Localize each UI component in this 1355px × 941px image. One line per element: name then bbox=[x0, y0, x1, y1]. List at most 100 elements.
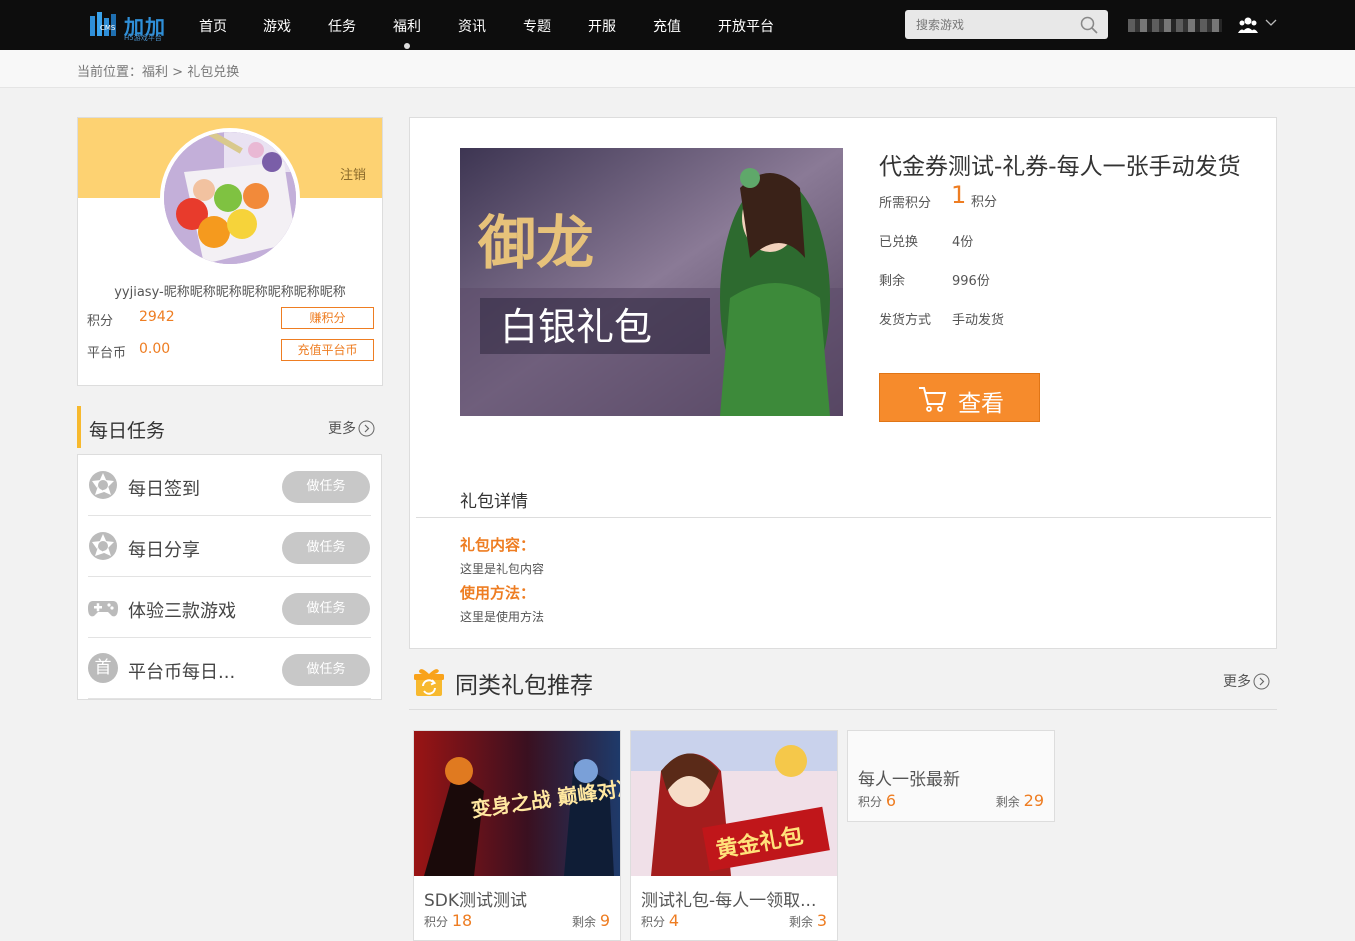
search-input[interactable] bbox=[905, 10, 1075, 39]
tasks-more-label: 更多 bbox=[328, 421, 356, 437]
recommend-card[interactable]: 黄金礼包 测试礼包-每人一领取... 积分 4 剩余 3 bbox=[630, 730, 838, 941]
coin-label: 平台币 bbox=[87, 346, 127, 361]
logo-subtitle: H5游戏平台 bbox=[124, 34, 162, 42]
recommend-remaining: 剩余 9 bbox=[571, 911, 610, 930]
nav-item-tasks[interactable]: 任务 bbox=[328, 16, 356, 36]
nav-item-open-platform[interactable]: 开放平台 bbox=[718, 16, 774, 36]
delivery-value: 手动发货 bbox=[952, 313, 1005, 328]
task-name: 平台币每日... bbox=[128, 662, 236, 683]
first-badge-text: 首 bbox=[94, 658, 112, 678]
task-name: 每日分享 bbox=[128, 540, 200, 561]
remaining-value: 996份 bbox=[952, 274, 990, 289]
redeemed-value: 4份 bbox=[952, 235, 974, 250]
recommend-thumbnail: 变身之战 巅峰对决 bbox=[414, 731, 620, 876]
search-icon[interactable] bbox=[1080, 16, 1098, 34]
user-nickname: yyjiasy-昵称昵称昵称昵称昵称昵称昵称 bbox=[114, 285, 346, 300]
search-box bbox=[905, 10, 1108, 39]
daily-tasks-header: 每日任务 更多 bbox=[77, 406, 383, 448]
gamepad-icon bbox=[88, 601, 118, 617]
recommend-thumbnail-art: 变身之战 巅峰对决 bbox=[414, 731, 620, 876]
nav-item-news[interactable]: 资讯 bbox=[458, 16, 486, 36]
daily-tasks-list: 每日签到 做任务 每日分享 做任务 体验三款游戏 做任务 首 平台币每日... … bbox=[77, 454, 382, 700]
breadcrumb: 当前位置：福利 > 礼包兑换 bbox=[77, 61, 239, 80]
cart-icon bbox=[919, 387, 946, 412]
gift-title: 代金券测试-礼券-每人一张手动发货 bbox=[879, 154, 1241, 180]
breadcrumb-bar: 当前位置：福利 > 礼包兑换 bbox=[0, 50, 1355, 88]
site-logo[interactable]: CMS 加加 H5游戏平台 bbox=[88, 8, 178, 42]
remaining-label: 剩余 bbox=[879, 274, 906, 289]
recommend-remaining: 剩余 3 bbox=[788, 911, 827, 930]
task-row: 每日签到 做任务 bbox=[88, 455, 371, 516]
task-row: 每日分享 做任务 bbox=[88, 516, 371, 577]
breadcrumb-current: 礼包兑换 bbox=[187, 65, 240, 80]
recommend-card[interactable]: 每人一张最新 积分 6 剩余 29 bbox=[847, 730, 1055, 822]
points-required-label: 所需积分 bbox=[879, 196, 932, 211]
points-value: 2942 bbox=[139, 309, 175, 325]
aperture-icon bbox=[89, 532, 117, 560]
section-accent-bar bbox=[77, 406, 81, 448]
avatar[interactable] bbox=[160, 128, 300, 268]
recommend-thumbnail-art: 黄金礼包 bbox=[631, 731, 837, 876]
recommend-name: 测试礼包-每人一领取... bbox=[641, 891, 817, 911]
view-button[interactable]: 查看 bbox=[879, 373, 1040, 422]
recommend-thumbnail: 黄金礼包 bbox=[631, 731, 837, 876]
top-navbar: CMS 加加 H5游戏平台 首页 游戏 任务 福利 资讯 专题 开服 充值 开放… bbox=[0, 0, 1355, 50]
daily-tasks-title: 每日任务 bbox=[89, 420, 166, 442]
svg-text:CMS: CMS bbox=[100, 24, 116, 32]
gift-image-logo: 御龙 bbox=[477, 209, 594, 277]
breadcrumb-separator: > bbox=[172, 65, 184, 80]
gift-content-heading: 礼包内容： bbox=[460, 536, 536, 554]
arrow-circle-right-icon bbox=[358, 420, 375, 437]
first-badge-icon: 首 bbox=[88, 653, 118, 683]
recommend-header: 同类礼包推荐 更多 bbox=[409, 658, 1277, 710]
earn-points-button[interactable]: 赚积分 bbox=[281, 307, 374, 329]
gift-box-icon bbox=[414, 669, 444, 696]
nav-item-games[interactable]: 游戏 bbox=[263, 16, 291, 36]
tasks-more-link[interactable]: 更多 bbox=[328, 418, 375, 438]
recommend-more-link[interactable]: 更多 bbox=[1223, 671, 1270, 691]
arrow-circle-right-icon bbox=[1253, 673, 1270, 690]
user-group-icon[interactable] bbox=[1238, 15, 1258, 35]
task-row: 体验三款游戏 做任务 bbox=[88, 577, 371, 638]
recommend-points: 积分 4 bbox=[641, 911, 680, 930]
do-task-button[interactable]: 做任务 bbox=[282, 593, 370, 625]
gift-image-text: 白银礼包 bbox=[500, 305, 652, 349]
gift-cover-image: 御龙 白银礼包 bbox=[460, 148, 843, 416]
do-task-button[interactable]: 做任务 bbox=[282, 532, 370, 564]
recharge-coin-button[interactable]: 充值平台币 bbox=[281, 339, 374, 361]
task-row: 首 平台币每日... 做任务 bbox=[88, 638, 371, 699]
logo-mark-icon: CMS bbox=[90, 12, 116, 36]
avatar-image bbox=[164, 132, 296, 264]
coin-value: 0.00 bbox=[139, 341, 171, 357]
view-button-label: 查看 bbox=[958, 390, 1004, 416]
user-card: 注销 yyjiasy-昵称昵称昵称昵称昵称昵称昵称 积分 2942 赚积分 平台… bbox=[77, 117, 383, 386]
nav-item-recharge[interactable]: 充值 bbox=[653, 16, 681, 36]
task-name: 每日签到 bbox=[128, 479, 200, 500]
chevron-down-icon[interactable] bbox=[1265, 18, 1277, 28]
tab-gift-details[interactable]: 礼包详情 bbox=[460, 487, 528, 512]
nav-item-welfare[interactable]: 福利 bbox=[393, 16, 421, 49]
logout-link[interactable]: 注销 bbox=[340, 164, 366, 183]
nav-item-home[interactable]: 首页 bbox=[199, 16, 227, 36]
recommend-name: 每人一张最新 bbox=[858, 770, 960, 790]
recommend-points: 积分 6 bbox=[858, 791, 897, 810]
redeemed-label: 已兑换 bbox=[879, 235, 919, 250]
gift-usage-heading: 使用方法： bbox=[460, 584, 536, 602]
recommend-name: SDK测试测试 bbox=[424, 891, 528, 911]
recommend-card[interactable]: 变身之战 巅峰对决 SDK测试测试 积分 18 剩余 9 bbox=[413, 730, 621, 941]
aperture-icon bbox=[89, 471, 117, 499]
username-blurred[interactable] bbox=[1128, 19, 1222, 32]
active-indicator bbox=[404, 43, 410, 49]
recommend-more-label: 更多 bbox=[1223, 674, 1251, 690]
delivery-label: 发货方式 bbox=[879, 313, 932, 328]
points-required-value: 1 bbox=[951, 181, 967, 209]
do-task-button[interactable]: 做任务 bbox=[282, 654, 370, 686]
do-task-button[interactable]: 做任务 bbox=[282, 471, 370, 503]
nav-item-servers[interactable]: 开服 bbox=[588, 16, 616, 36]
gift-detail-card: 御龙 白银礼包 代金券测试-礼券-每人一张手动发货 所需积分 1 积分 已兑换 … bbox=[409, 117, 1277, 649]
breadcrumb-prefix: 当前位置： bbox=[77, 65, 143, 80]
nav-item-topics[interactable]: 专题 bbox=[523, 16, 551, 36]
gift-usage-text: 这里是使用方法 bbox=[460, 610, 545, 624]
recommend-points: 积分 18 bbox=[424, 911, 473, 930]
breadcrumb-welfare[interactable]: 福利 bbox=[142, 65, 168, 80]
